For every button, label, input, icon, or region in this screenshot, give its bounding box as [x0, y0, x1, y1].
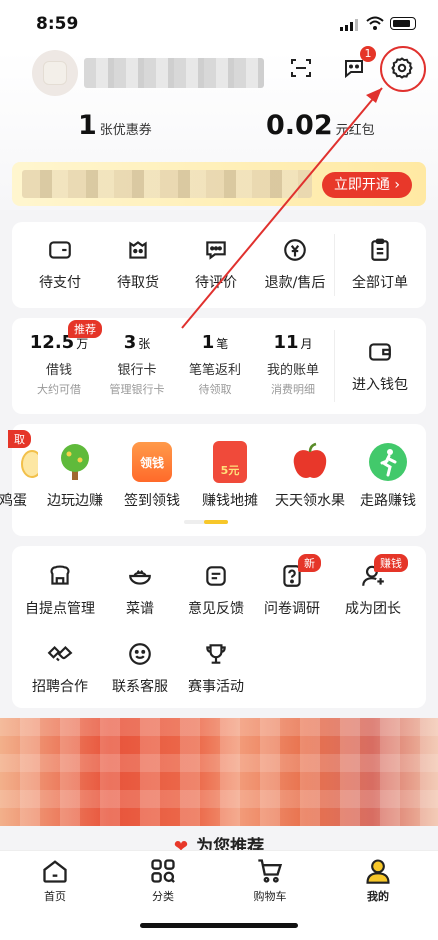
scan-button[interactable] — [285, 52, 317, 84]
wallet-bank-card[interactable]: 3张 银行卡 管理银行卡 — [98, 332, 176, 397]
game-checkin[interactable]: 领钱 签到领钱 — [116, 440, 188, 510]
category-icon — [151, 859, 175, 883]
divider — [334, 234, 335, 296]
promo-banner-blurred[interactable] — [0, 718, 438, 826]
vip-text-blurred — [22, 170, 312, 198]
service-recruit[interactable]: 招聘合作 — [18, 640, 102, 696]
wallet-rebate[interactable]: 1笔 笔笔返利 待领取 — [176, 332, 254, 397]
tree-icon — [61, 444, 89, 480]
order-all[interactable]: 全部订单 — [338, 236, 422, 292]
earn-tag: 赚钱 — [374, 554, 408, 572]
annotation-circle — [380, 46, 426, 92]
message-button[interactable]: 1 — [338, 46, 376, 84]
game-play-earn[interactable]: 边玩边赚 — [40, 440, 110, 510]
new-tag: 新 — [298, 554, 321, 572]
tab-home[interactable]: 首页 — [25, 857, 85, 904]
egg-icon — [21, 450, 38, 478]
comment-icon — [206, 241, 226, 260]
service-feedback[interactable]: 意见反馈 — [178, 562, 254, 618]
signal-icon — [340, 19, 358, 31]
handshake-icon — [47, 645, 73, 662]
status-time: 8:59 — [36, 14, 79, 34]
service-recipe[interactable]: 菜谱 — [102, 562, 178, 618]
home-indicator — [140, 923, 298, 928]
scan-icon — [291, 59, 311, 77]
walking-icon — [369, 443, 407, 481]
game-egg[interactable]: 鸡蛋 — [0, 440, 40, 510]
service-pickup-point[interactable]: 自提点管理 — [18, 562, 102, 618]
game-fruit[interactable]: 天天领水果 — [268, 440, 352, 510]
earn-card: 取 鸡蛋 边玩边赚 领钱 签到领钱 5元 赚钱地摊 天天领水果 走路赚钱 — [0, 424, 426, 536]
vip-open-button[interactable]: 立即开通 › — [321, 172, 412, 198]
carousel-indicator — [184, 520, 228, 524]
order-pending-payment[interactable]: 待支付 — [22, 236, 98, 292]
username-blurred[interactable] — [84, 58, 264, 88]
refund-icon — [284, 239, 306, 261]
feedback-icon — [206, 566, 226, 586]
avatar[interactable] — [32, 50, 78, 96]
avatar-placeholder-icon — [43, 61, 67, 85]
services-card: 自提点管理 菜谱 意见反馈 问卷调研 新 成为团长 赚钱 招聘合作 联系客服 赛… — [12, 546, 426, 708]
wallet-loan[interactable]: 12.5 万 借钱 大约可借 推荐 — [20, 320, 102, 397]
apple-icon — [293, 442, 327, 478]
recipe-bowl-icon — [129, 570, 151, 585]
store-icon — [50, 565, 70, 585]
order-refund[interactable]: 退款/售后 — [256, 236, 334, 292]
vip-banner[interactable]: 立即开通 › — [12, 162, 426, 206]
coupons-stat[interactable]: 1 张优惠券 — [78, 110, 152, 141]
cart-icon — [258, 859, 283, 883]
enter-wallet[interactable]: 进入钱包 — [338, 338, 422, 394]
home-icon — [43, 860, 67, 883]
order-pending-review[interactable]: 待评价 — [178, 236, 254, 292]
trophy-icon — [206, 644, 226, 664]
order-pending-pickup[interactable]: 待取货 — [100, 236, 176, 292]
wifi-icon — [366, 16, 384, 30]
status-bar: 8:59 — [0, 0, 438, 50]
red-packet-stat[interactable]: 0.02 元红包 — [266, 110, 375, 141]
divider — [334, 330, 335, 402]
service-survey[interactable]: 问卷调研 新 — [254, 554, 330, 618]
service-customer-service[interactable]: 联系客服 — [102, 640, 178, 696]
orders-card: 待支付 待取货 待评价 退款/售后 全部订单 — [12, 222, 426, 308]
wallet-card: 12.5 万 借钱 大约可借 推荐 3张 银行卡 管理银行卡 1笔 笔笔返利 待领… — [12, 318, 426, 414]
battery-icon — [390, 17, 416, 30]
tab-profile[interactable]: 我的 — [348, 857, 408, 904]
order-list-icon — [371, 238, 389, 261]
wallet-icon — [369, 343, 391, 361]
message-badge: 1 — [360, 46, 376, 62]
recommend-tag: 推荐 — [68, 320, 102, 338]
customer-service-icon — [129, 643, 151, 665]
calendar-icon: 领钱 — [132, 442, 172, 482]
service-events[interactable]: 赛事活动 — [178, 640, 254, 696]
profile-icon — [366, 859, 390, 884]
tab-cart[interactable]: 购物车 — [240, 857, 300, 904]
service-become-leader[interactable]: 成为团长 赚钱 — [330, 554, 416, 618]
wallet-bill[interactable]: 11 月 我的账单 消费明细 — [254, 332, 332, 397]
game-walk[interactable]: 走路赚钱 — [350, 440, 426, 510]
wallet-icon — [49, 241, 71, 259]
pickup-bag-icon — [129, 241, 147, 259]
game-stall[interactable]: 5元 赚钱地摊 — [194, 440, 266, 510]
red-envelope-icon: 5元 — [213, 441, 247, 483]
tab-category[interactable]: 分类 — [133, 857, 193, 904]
